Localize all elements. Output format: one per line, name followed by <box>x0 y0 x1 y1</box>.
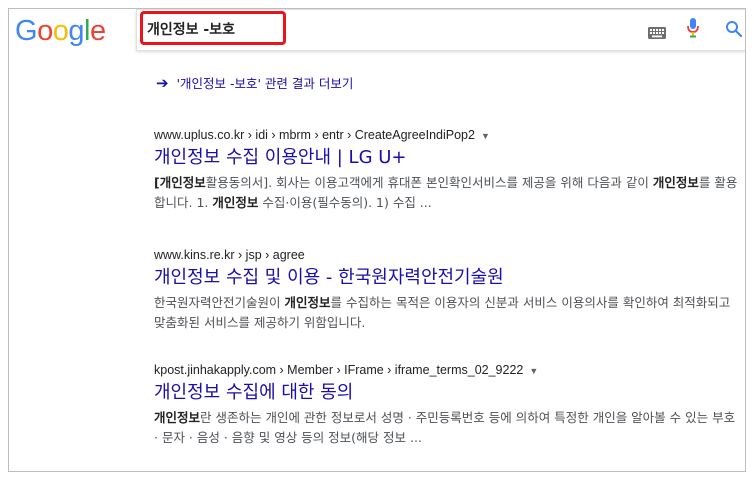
result-title-link[interactable]: 개인정보 수집 및 이용 - 한국원자력안전기술원 <box>154 266 739 290</box>
result-snippet: 한국원자력안전기술원이 개인정보를 수집하는 목적은 이용자의 신분과 서비스 … <box>154 293 739 333</box>
search-input[interactable] <box>147 15 647 43</box>
snippet-text: 수집·이용(필수동의). 1) 수집 ... <box>258 195 432 210</box>
snippet-keyword: [개인정보 <box>154 175 206 190</box>
snippet-text: 란 생존하는 개인에 관한 정보로서 성명 · 주민등록번호 등에 의하여 특정… <box>154 410 736 445</box>
logo-letter: G <box>15 15 38 47</box>
snippet-text: 한국원자력안전기술원이 <box>154 295 285 310</box>
search-header: Google <box>9 9 745 61</box>
snippet-text: 활용동의서]. 회사는 이용고객에게 휴대폰 본인확인서비스를 제공을 위해 다… <box>205 175 653 190</box>
microphone-icon[interactable] <box>687 18 699 42</box>
result-title-link[interactable]: 개인정보 수집 이용안내 | LG U+ <box>154 146 739 170</box>
snippet-keyword: 개인정보 <box>652 175 699 190</box>
result-url[interactable]: www.uplus.co.kr › idi › mbrm › entr › Cr… <box>154 126 739 144</box>
search-box[interactable] <box>136 9 745 51</box>
search-icon[interactable] <box>725 20 743 42</box>
logo-letter: e <box>89 15 106 47</box>
more-results-link[interactable]: ➔ '개인정보 -보호' 관련 결과 더보기 <box>156 73 353 92</box>
result-url[interactable]: www.kins.re.kr › jsp › agree <box>154 246 739 264</box>
dropdown-caret-icon[interactable]: ▼ <box>529 366 538 376</box>
snippet-keyword: 개인정보 <box>284 295 331 310</box>
google-logo[interactable]: Google <box>15 11 106 51</box>
snippet-keyword: 개인정보 <box>154 410 201 425</box>
dropdown-caret-icon[interactable]: ▼ <box>481 131 490 141</box>
result-url[interactable]: kpost.jinhakapply.com › Member › IFrame … <box>154 361 739 379</box>
logo-letter: o <box>52 15 69 47</box>
snippet-keyword: 개인정보 <box>212 195 259 210</box>
more-results-label: '개인정보 -보호' 관련 결과 더보기 <box>176 76 354 91</box>
result-snippet: [개인정보활용동의서]. 회사는 이용고객에게 휴대폰 본인확인서비스를 제공을… <box>154 173 739 213</box>
browser-frame: Google 개인정보 -보호 ➔ '개인정보 -보호' 관련 결과 더보기 w… <box>8 8 746 472</box>
search-result: kpost.jinhakapply.com › Member › IFrame … <box>154 361 739 448</box>
result-title-link[interactable]: 개인정보 수집에 대한 동의 <box>154 381 739 405</box>
logo-letter: o <box>37 15 53 47</box>
result-snippet: 개인정보란 생존하는 개인에 관한 정보로서 성명 · 주민등록번호 등에 의하… <box>154 408 739 448</box>
keyboard-icon[interactable] <box>648 24 666 43</box>
logo-letter: g <box>68 15 84 47</box>
search-result: www.uplus.co.kr › idi › mbrm › entr › Cr… <box>154 126 739 213</box>
search-result: www.kins.re.kr › jsp › agree 개인정보 수집 및 이… <box>154 246 739 333</box>
arrow-right-icon: ➔ <box>156 74 169 92</box>
